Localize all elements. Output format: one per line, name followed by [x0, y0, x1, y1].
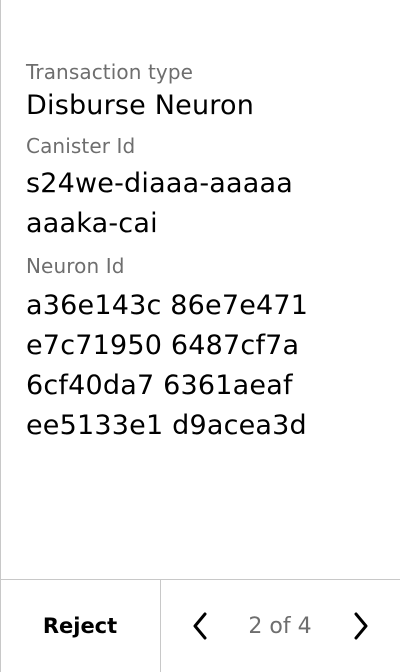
page-navigation: 2 of 4: [161, 580, 400, 672]
neuron-id-line: a36e143c 86e7e471: [26, 290, 309, 321]
canister-id-label: Canister Id: [26, 134, 136, 158]
canister-id-value: s24we-diaaa-aaaaa aaaka-cai: [26, 164, 366, 244]
reject-button[interactable]: Reject: [0, 580, 160, 672]
neuron-id-line: 6cf40da7 6361aeaf: [26, 370, 293, 401]
canister-id-line: s24we-diaaa-aaaaa: [26, 168, 294, 199]
canister-id-line: aaaka-cai: [26, 208, 158, 239]
page-indicator: 2 of 4: [248, 613, 312, 639]
transaction-type-label: Transaction type: [26, 60, 194, 84]
action-footer: Reject 2 of 4: [0, 579, 400, 672]
transaction-review-screen: Transaction type Disburse Neuron Caniste…: [0, 0, 399, 672]
neuron-id-line: e7c71950 6487cf7a: [26, 330, 300, 361]
transaction-type-value: Disburse Neuron: [26, 90, 255, 121]
neuron-id-line: ee5133e1 d9acea3d: [26, 410, 307, 441]
neuron-id-value: a36e143c 86e7e471 e7c71950 6487cf7a 6cf4…: [26, 286, 366, 446]
chevron-right-icon[interactable]: [346, 610, 376, 642]
transaction-details: Transaction type Disburse Neuron Caniste…: [26, 58, 366, 446]
neuron-id-label: Neuron Id: [26, 254, 125, 278]
chevron-left-icon[interactable]: [185, 610, 215, 642]
